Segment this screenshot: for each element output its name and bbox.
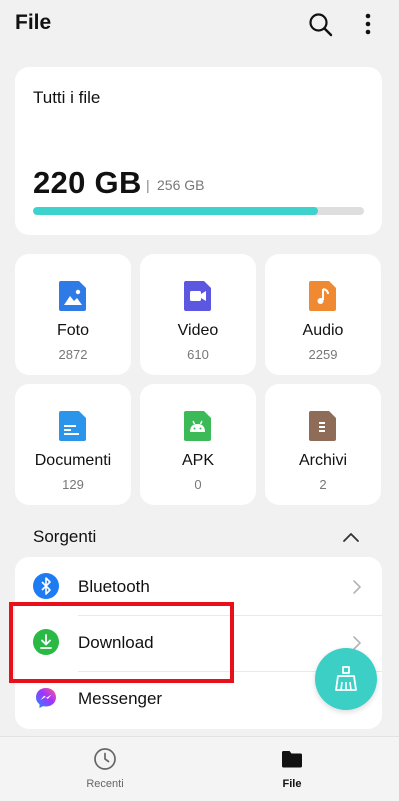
broom-icon xyxy=(335,666,357,691)
all-files-card[interactable]: Tutti i file 220 GB | 256 GB xyxy=(15,67,382,235)
top-bar: File xyxy=(0,0,399,50)
storage-separator: | xyxy=(146,177,150,193)
chevron-right-icon xyxy=(353,580,361,594)
image-icon xyxy=(59,281,86,311)
bottom-navigation: Recenti File xyxy=(0,736,399,801)
nav-label: File xyxy=(282,778,302,790)
category-apk[interactable]: APK 0 xyxy=(140,384,256,505)
storage-total: 256 GB xyxy=(157,177,205,193)
category-foto[interactable]: Foto 2872 xyxy=(15,254,131,375)
clock-icon xyxy=(94,748,116,770)
category-archivi[interactable]: Archivi 2 xyxy=(265,384,381,505)
bluetooth-icon xyxy=(33,573,59,599)
nav-label: Recenti xyxy=(86,778,124,790)
sources-section-title: Sorgenti xyxy=(33,527,97,546)
chevron-up-icon xyxy=(343,533,359,542)
folder-icon xyxy=(282,751,302,768)
search-button[interactable] xyxy=(306,10,336,40)
highlight-box xyxy=(9,602,234,683)
category-count: 129 xyxy=(62,477,84,492)
storage-used: 220 GB xyxy=(33,165,142,200)
source-label: Bluetooth xyxy=(78,577,150,596)
category-label: Archivi xyxy=(298,452,347,469)
category-count: 0 xyxy=(194,477,202,492)
storage-title: Tutti i file xyxy=(33,88,101,107)
category-count: 610 xyxy=(187,347,209,362)
page-title: File xyxy=(15,11,52,34)
storage-progress-bar xyxy=(33,207,364,215)
source-label: Messenger xyxy=(78,689,163,708)
music-icon xyxy=(309,281,336,311)
category-count: 2 xyxy=(319,477,327,492)
category-video[interactable]: Video 610 xyxy=(140,254,256,375)
search-icon xyxy=(309,13,333,37)
category-count: 2872 xyxy=(58,347,88,362)
android-icon xyxy=(184,411,211,441)
clean-button[interactable] xyxy=(315,648,377,710)
video-icon xyxy=(184,281,211,311)
storage-progress-fill xyxy=(33,207,318,215)
more-vertical-icon xyxy=(365,13,371,35)
nav-item-recenti[interactable]: Recenti xyxy=(55,737,155,801)
category-audio[interactable]: Audio 2259 xyxy=(265,254,381,375)
more-options-button[interactable] xyxy=(356,10,380,40)
category-label: Documenti xyxy=(34,452,112,469)
category-count: 2259 xyxy=(308,347,338,362)
sources-collapse-button[interactable] xyxy=(340,528,362,546)
category-label: Video xyxy=(177,322,219,339)
messenger-icon xyxy=(33,685,59,711)
category-label: Audio xyxy=(302,322,344,339)
category-label: Foto xyxy=(56,322,89,339)
document-icon xyxy=(59,411,86,441)
nav-item-file[interactable]: File xyxy=(242,737,342,801)
category-label: APK xyxy=(181,452,214,469)
category-documenti[interactable]: Documenti 129 xyxy=(15,384,131,505)
archive-icon xyxy=(309,411,336,441)
